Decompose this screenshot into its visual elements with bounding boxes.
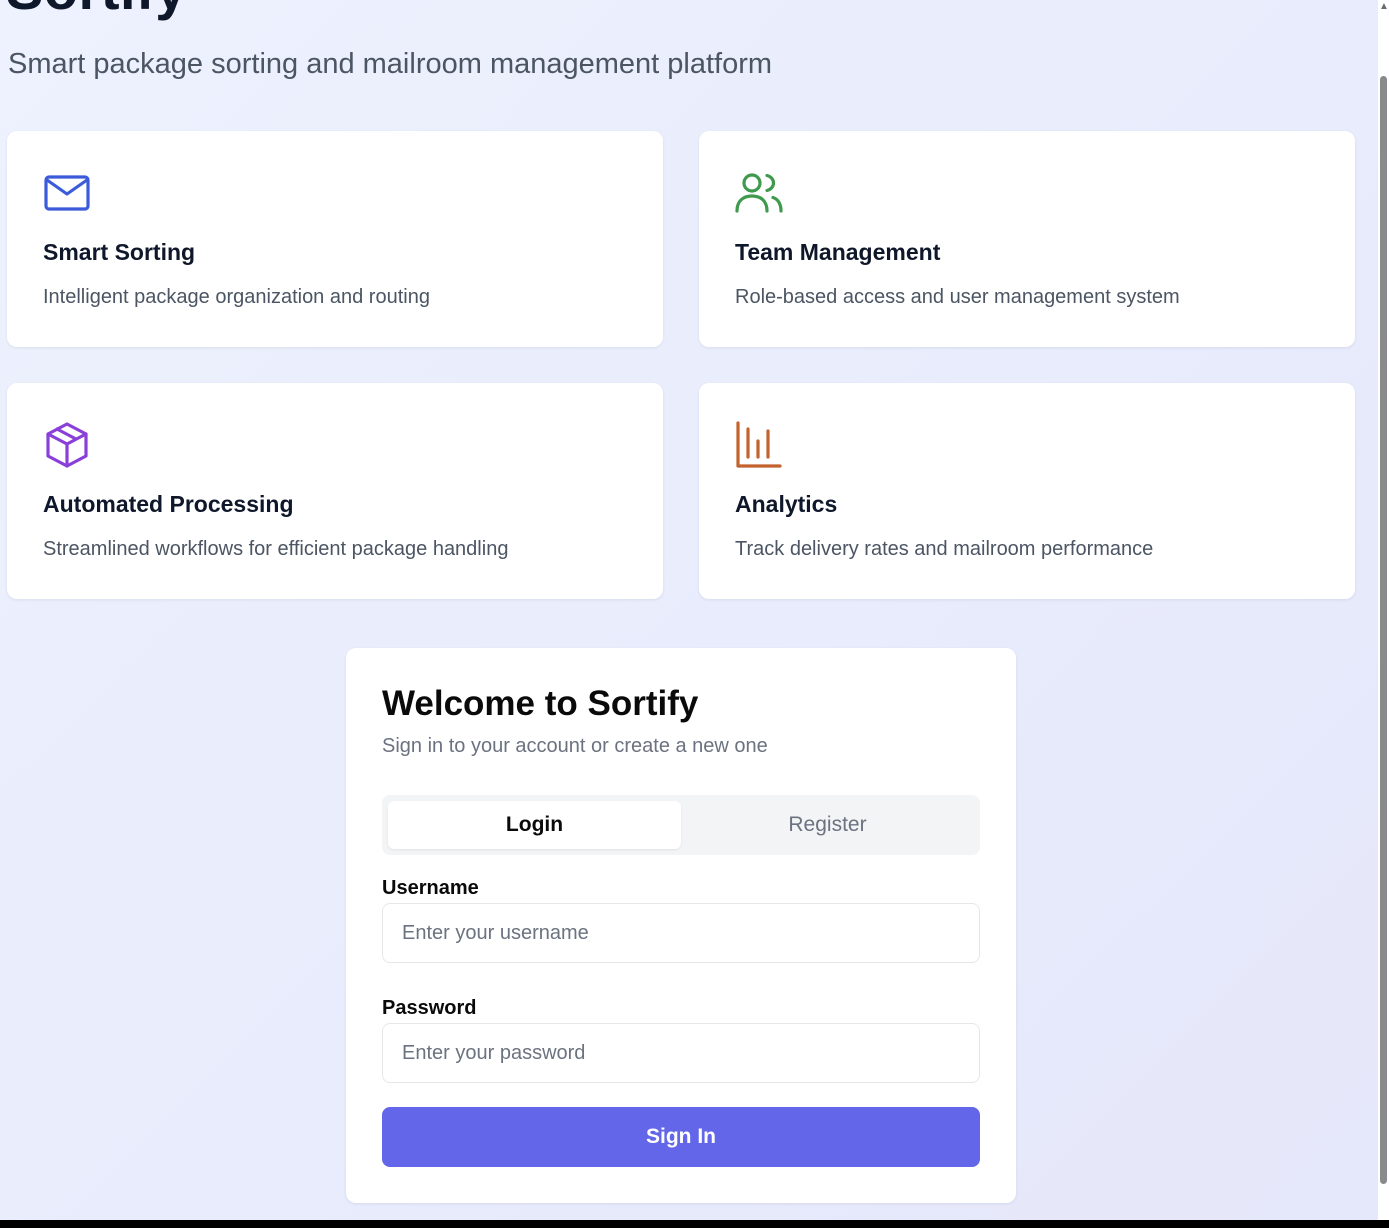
vertical-scrollbar[interactable]: ▲: [1378, 0, 1389, 1220]
password-label: Password: [382, 997, 477, 1019]
auth-card: Welcome to Sortify Sign in to your accou…: [346, 648, 1016, 1203]
package-icon: [43, 421, 91, 469]
window-bottom-edge: [0, 1220, 1389, 1228]
feature-card-automated-processing: Automated Processing Streamlined workflo…: [7, 383, 663, 599]
page-viewport: Sortify Smart package sorting and mailro…: [0, 0, 1378, 1220]
feature-title: Smart Sorting: [43, 239, 196, 265]
app-title: Sortify: [6, 0, 187, 22]
mail-icon: [43, 169, 91, 217]
feature-description: Intelligent package organization and rou…: [43, 286, 430, 308]
feature-description: Role-based access and user management sy…: [735, 286, 1180, 308]
feature-description: Track delivery rates and mailroom perfor…: [735, 538, 1154, 560]
feature-title: Team Management: [735, 239, 941, 265]
feature-title: Analytics: [735, 491, 838, 517]
feature-card-smart-sorting: Smart Sorting Intelligent package organi…: [7, 131, 663, 347]
auth-subtitle: Sign in to your account or create a new …: [382, 735, 768, 757]
password-input[interactable]: [382, 1023, 980, 1083]
scrollbar-thumb[interactable]: [1380, 76, 1387, 1184]
feature-card-analytics: Analytics Track delivery rates and mailr…: [699, 383, 1355, 599]
auth-title: Welcome to Sortify: [382, 684, 699, 723]
sign-in-button[interactable]: Sign In: [382, 1107, 980, 1167]
username-input[interactable]: [382, 903, 980, 963]
feature-card-team-management: Team Management Role-based access and us…: [699, 131, 1355, 347]
tab-login[interactable]: Login: [388, 801, 681, 849]
feature-title: Automated Processing: [43, 491, 294, 517]
username-label: Username: [382, 877, 479, 899]
app-subtitle: Smart package sorting and mailroom manag…: [8, 48, 773, 80]
users-icon: [735, 169, 783, 217]
auth-tabs: Login Register: [382, 795, 980, 855]
bar-chart-icon: [735, 421, 783, 469]
feature-description: Streamlined workflows for efficient pack…: [43, 538, 509, 560]
scroll-up-arrow-icon[interactable]: ▲: [1379, 0, 1389, 14]
tab-register[interactable]: Register: [681, 801, 974, 849]
